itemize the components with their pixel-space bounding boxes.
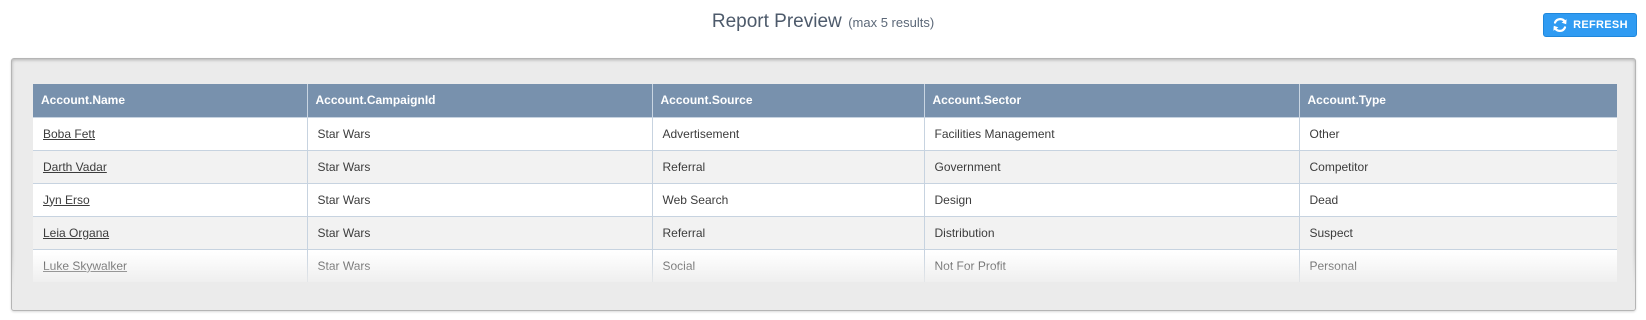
results-table: Account.Name Account.CampaignId Account.… bbox=[33, 84, 1617, 282]
cell-type: Other bbox=[1299, 116, 1617, 150]
column-header-account-name[interactable]: Account.Name bbox=[33, 84, 308, 117]
column-header-type[interactable]: Account.Type bbox=[1299, 84, 1617, 117]
account-link[interactable]: Boba Fett bbox=[43, 127, 95, 141]
refresh-label: REFRESH bbox=[1573, 19, 1628, 31]
cell-type: Suspect bbox=[1299, 215, 1617, 249]
refresh-icon bbox=[1553, 18, 1567, 32]
cell-account-name: Leia Organa bbox=[33, 215, 308, 249]
page-subtitle: (max 5 results) bbox=[848, 15, 935, 30]
cell-account-name: Darth Vadar bbox=[33, 149, 308, 183]
account-link[interactable]: Jyn Erso bbox=[43, 193, 90, 207]
account-link[interactable]: Darth Vadar bbox=[43, 160, 107, 174]
table-row: Jyn Erso Star Wars Web Search Design Dea… bbox=[33, 182, 1617, 216]
report-header: Report Preview (max 5 results) REFRESH bbox=[0, 0, 1646, 50]
column-header-sector[interactable]: Account.Sector bbox=[924, 84, 1300, 117]
cell-campaign-id: Star Wars bbox=[307, 215, 653, 249]
cell-account-name: Luke Skywalker bbox=[33, 248, 308, 282]
cell-source: Advertisement bbox=[652, 116, 925, 150]
account-link[interactable]: Luke Skywalker bbox=[43, 259, 127, 273]
table-row: Darth Vadar Star Wars Referral Governmen… bbox=[33, 149, 1617, 183]
cell-account-name: Boba Fett bbox=[33, 116, 308, 150]
cell-type: Competitor bbox=[1299, 149, 1617, 183]
refresh-button[interactable]: REFRESH bbox=[1543, 13, 1637, 37]
table-header-row: Account.Name Account.CampaignId Account.… bbox=[33, 84, 1617, 117]
cell-sector: Government bbox=[924, 149, 1300, 183]
cell-campaign-id: Star Wars bbox=[307, 182, 653, 216]
report-preview-panel: Account.Name Account.CampaignId Account.… bbox=[11, 58, 1636, 311]
cell-account-name: Jyn Erso bbox=[33, 182, 308, 216]
report-title: Report Preview (max 5 results) bbox=[0, 11, 1646, 33]
cell-sector: Not For Profit bbox=[924, 248, 1300, 282]
cell-source: Web Search bbox=[652, 182, 925, 216]
cell-source: Referral bbox=[652, 149, 925, 183]
table-row: Boba Fett Star Wars Advertisement Facili… bbox=[33, 116, 1617, 150]
page-title: Report Preview bbox=[711, 11, 842, 32]
table-row: Leia Organa Star Wars Referral Distribut… bbox=[33, 215, 1617, 249]
column-header-campaign-id[interactable]: Account.CampaignId bbox=[307, 84, 653, 117]
cell-type: Dead bbox=[1299, 182, 1617, 216]
cell-sector: Distribution bbox=[924, 215, 1300, 249]
cell-campaign-id: Star Wars bbox=[307, 116, 653, 150]
cell-source: Referral bbox=[652, 215, 925, 249]
table-row: Luke Skywalker Star Wars Social Not For … bbox=[33, 248, 1617, 282]
cell-type: Personal bbox=[1299, 248, 1617, 282]
cell-campaign-id: Star Wars bbox=[307, 149, 653, 183]
cell-sector: Facilities Management bbox=[924, 116, 1300, 150]
column-header-source[interactable]: Account.Source bbox=[652, 84, 925, 117]
account-link[interactable]: Leia Organa bbox=[43, 226, 109, 240]
cell-campaign-id: Star Wars bbox=[307, 248, 653, 282]
cell-sector: Design bbox=[924, 182, 1300, 216]
cell-source: Social bbox=[652, 248, 925, 282]
